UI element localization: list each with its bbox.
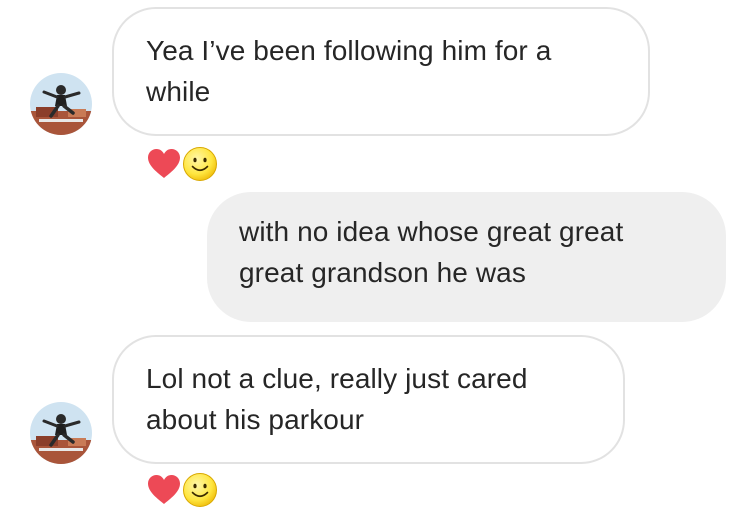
message-text-line: great grandson he was (239, 257, 526, 288)
sender-avatar[interactable] (30, 402, 92, 464)
message-bubble-incoming[interactable]: Yea I’ve been following him for a while (112, 7, 650, 136)
message-thread: Yea I’ve been following him for a while … (0, 0, 750, 513)
message-bubble-incoming[interactable]: Lol not a clue, really just cared about … (112, 335, 625, 464)
message-text-line: with no idea whose great great (239, 216, 624, 247)
message-text-line: about his parkour (146, 404, 365, 435)
avatar-photo (30, 402, 92, 464)
message-reactions[interactable] (146, 472, 222, 510)
smiley-icon (183, 147, 217, 181)
message-text-line: while (146, 76, 211, 107)
avatar-photo (30, 73, 92, 135)
message-text-line: Yea I’ve been following him for a (146, 35, 552, 66)
sender-avatar[interactable] (30, 73, 92, 135)
message-reactions[interactable] (146, 146, 222, 184)
smiley-icon (183, 473, 217, 507)
heart-icon (148, 475, 180, 504)
message-bubble-outgoing[interactable]: with no idea whose great great great gra… (207, 192, 726, 322)
heart-icon (148, 149, 180, 178)
message-text-line: Lol not a clue, really just cared (146, 363, 528, 394)
